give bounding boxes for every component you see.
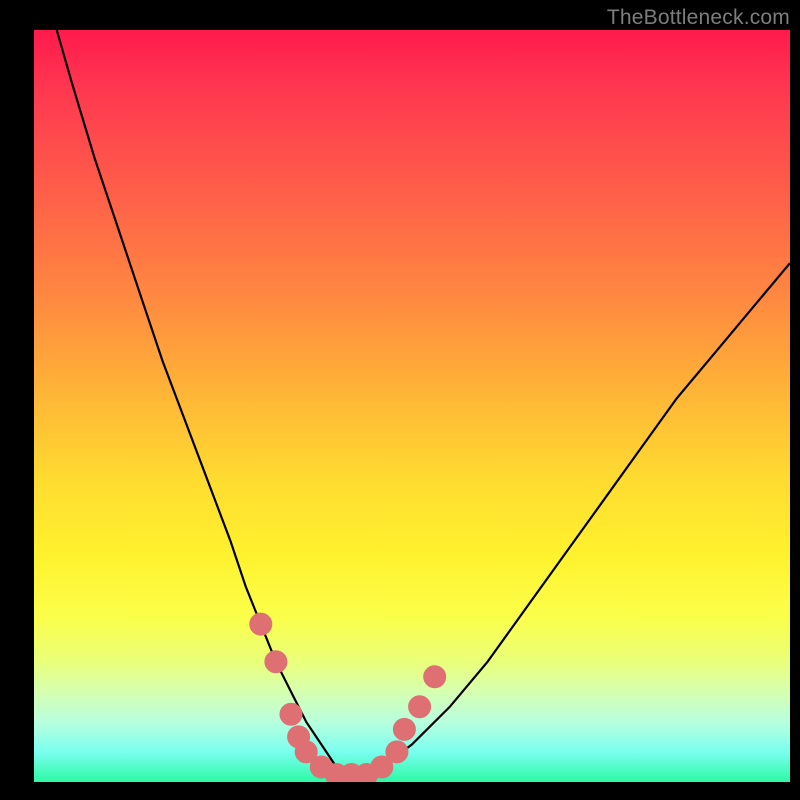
- plot-area: [34, 30, 790, 782]
- data-marker: [386, 741, 408, 763]
- data-marker: [409, 696, 431, 718]
- data-marker: [280, 703, 302, 725]
- watermark-text: TheBottleneck.com: [607, 6, 790, 30]
- data-marker: [250, 613, 272, 635]
- bottleneck-curve: [57, 30, 790, 775]
- curve-layer: [34, 30, 790, 782]
- chart-frame: TheBottleneck.com: [0, 0, 800, 800]
- data-marker: [424, 666, 446, 688]
- data-marker: [393, 718, 415, 740]
- marker-group: [250, 613, 446, 782]
- data-marker: [265, 651, 287, 673]
